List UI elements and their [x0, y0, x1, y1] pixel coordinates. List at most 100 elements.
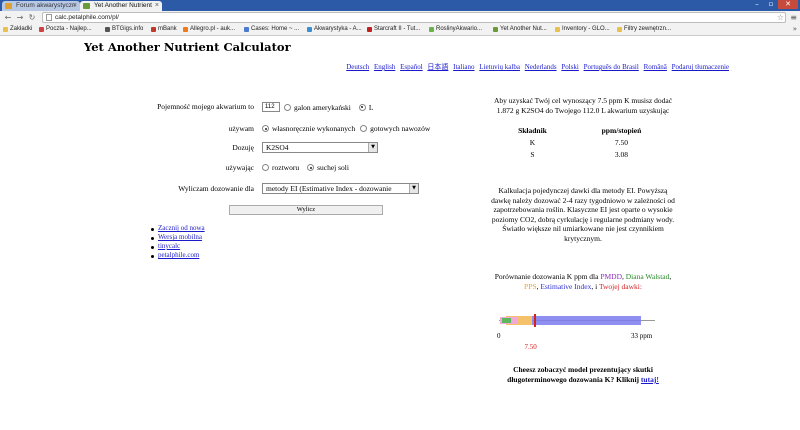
restart-link[interactable]: Zacznij od nowa: [158, 224, 205, 232]
forward-icon[interactable]: →: [15, 12, 25, 23]
lang-link[interactable]: Italiano: [453, 63, 474, 71]
bookmark-item[interactable]: Filtry zewnętrzn...: [616, 24, 671, 35]
nutrient-name: S: [530, 150, 535, 159]
dry-radio[interactable]: [307, 164, 315, 171]
lang-link[interactable]: Podaruj tłumaczenie: [672, 63, 729, 71]
tinycalc-link[interactable]: tinycalc: [158, 242, 180, 250]
dose-value-label: 7.50: [524, 343, 537, 351]
compound-select[interactable]: K2SO4 ▼: [262, 142, 378, 153]
solution-label: roztworu: [272, 163, 300, 172]
back-icon[interactable]: ←: [3, 12, 13, 23]
tab-calculator[interactable]: Yet Another Nutrient ×: [80, 1, 162, 11]
bookmark-item[interactable]: Zakładki: [2, 24, 32, 35]
calculate-button[interactable]: Wylicz: [229, 205, 383, 215]
tab-forum[interactable]: Forum akwarystyczn ×: [2, 1, 80, 11]
using2-label: używając: [225, 163, 254, 172]
bookmark-item[interactable]: Yet Another Nut...: [492, 24, 547, 35]
bookmark-item[interactable]: Cases: Home ~ ...: [243, 24, 299, 35]
column-header: Składnik: [518, 126, 547, 135]
range-segment-twoja-dawka: [533, 314, 536, 327]
mail-icon: [39, 27, 44, 32]
video-icon: [367, 27, 372, 32]
gallon-label: galon amerykański: [294, 102, 351, 112]
bookmark-item[interactable]: mBank: [150, 24, 177, 35]
method-select[interactable]: metody EI (Estimative Index - dozowanie …: [262, 183, 419, 194]
list-item: tinycalc: [150, 242, 205, 251]
diy-label: własnoręcznie wykonanych: [272, 124, 356, 133]
range-max-label: 33 ppm: [631, 332, 653, 340]
petalphile-link[interactable]: petalphile.com: [158, 251, 199, 259]
lang-link[interactable]: 日本語: [427, 63, 448, 71]
mobile-link[interactable]: Wersja mobilna: [158, 233, 202, 241]
table-header-row: Składnik ppm/stopień: [495, 125, 673, 137]
lang-link[interactable]: Español: [400, 63, 423, 71]
range-segment-diana-walstad: [501, 318, 511, 323]
compare-intro: Porównanie dozowania K ppm dla: [494, 272, 599, 281]
lang-link[interactable]: Deutsch: [346, 63, 369, 71]
model-question-text: Cheesz zobaczyć model prezentujący skutk…: [507, 365, 653, 384]
page-icon: [46, 14, 52, 21]
compound-value: K2SO4: [266, 143, 289, 152]
comparison-caption: Porównanie dozowania K ppm dla PMDD, Dia…: [494, 272, 672, 291]
list-item: Zacznij od nowa: [150, 224, 205, 233]
lang-link[interactable]: Lietuvių kalba: [479, 63, 520, 71]
bookmark-icon: [105, 27, 110, 32]
nutrient-ppm: 3.08: [614, 150, 629, 159]
more-bookmarks-button[interactable]: »: [793, 24, 797, 35]
dose-form-row: roztworu suchej soli: [262, 163, 349, 172]
bookmark-item[interactable]: Starcraft II - Tut...: [366, 24, 420, 35]
close-icon[interactable]: ×: [73, 1, 77, 11]
tank-volume-input[interactable]: 112: [262, 102, 280, 112]
compare-pmdd: PMDD: [600, 272, 623, 281]
solution-radio[interactable]: [262, 164, 269, 171]
lang-link[interactable]: Polski: [561, 63, 579, 71]
bookmark-icon: [307, 27, 312, 32]
window-close-icon[interactable]: ✕: [778, 0, 798, 9]
bookmark-item[interactable]: BTGigs.info: [104, 24, 143, 35]
premade-radio[interactable]: [360, 125, 368, 132]
bookmark-item[interactable]: Akwarystyka - A...: [306, 24, 362, 35]
lang-link[interactable]: Português do Brasil: [584, 63, 639, 71]
leaf-favicon-icon: [83, 3, 90, 9]
folder-icon: [555, 27, 560, 32]
model-link[interactable]: tutaj!: [641, 375, 659, 384]
range-min-label: 0: [497, 332, 501, 340]
bookmark-item[interactable]: Allegro.pl - auk...: [182, 24, 235, 35]
nutrient-ppm: 7.50: [614, 138, 629, 147]
liter-radio[interactable]: [358, 103, 366, 111]
result-summary: Aby uzyskać Twój cel wynoszący 7.5 ppm K…: [493, 96, 673, 115]
dose-label: Dozuję: [232, 143, 254, 152]
gallon-radio[interactable]: [284, 103, 291, 111]
lang-link[interactable]: Nederlands: [525, 63, 557, 71]
close-icon[interactable]: ×: [155, 1, 159, 11]
range-segment-estimative-index: [513, 316, 641, 325]
star-icon[interactable]: ☆: [777, 12, 784, 23]
compare-twoje: Twojej dawki:: [598, 282, 642, 291]
leaf-icon: [493, 27, 498, 32]
list-item: petalphile.com: [150, 251, 205, 260]
nutrient-table: Składnik ppm/stopień K 7.50 S 3.08: [495, 125, 673, 161]
address-bar[interactable]: calc.petalphile.com/pl/: [42, 12, 786, 23]
table-row: S 3.08: [495, 149, 673, 161]
compare-pps: PPS: [524, 282, 537, 291]
compare-and: i: [595, 282, 598, 291]
menu-icon[interactable]: ≡: [790, 12, 797, 23]
tab-title: Forum akwarystyczn: [16, 2, 76, 9]
compare-walstad: Diana Walstad: [625, 272, 670, 281]
tab-title: Yet Another Nutrient: [94, 2, 152, 9]
lang-link[interactable]: Română: [644, 63, 667, 71]
url-text: calc.petalphile.com/pl/: [55, 14, 119, 21]
bookmark-item[interactable]: RoslinyAkwario...: [428, 24, 482, 35]
method-label: Wyliczam dozowanie dla: [178, 184, 254, 193]
fertilizer-type-row: własnoręcznie wykonanych gotowych nawozó…: [262, 124, 430, 133]
bookmark-item[interactable]: Inventory - GLO...: [554, 24, 610, 35]
dry-label: suchej soli: [317, 163, 349, 172]
bookmark-item[interactable]: Poczta - Najlep...: [38, 24, 92, 35]
model-question: Cheesz zobaczyć model prezentujący skutk…: [488, 365, 678, 385]
maximize-icon[interactable]: ▫: [764, 0, 778, 9]
minimize-icon[interactable]: –: [750, 0, 764, 9]
lang-link[interactable]: English: [374, 63, 395, 71]
diy-radio[interactable]: [262, 125, 269, 132]
reload-icon[interactable]: ↻: [27, 12, 37, 23]
forum-favicon-icon: [5, 3, 12, 9]
